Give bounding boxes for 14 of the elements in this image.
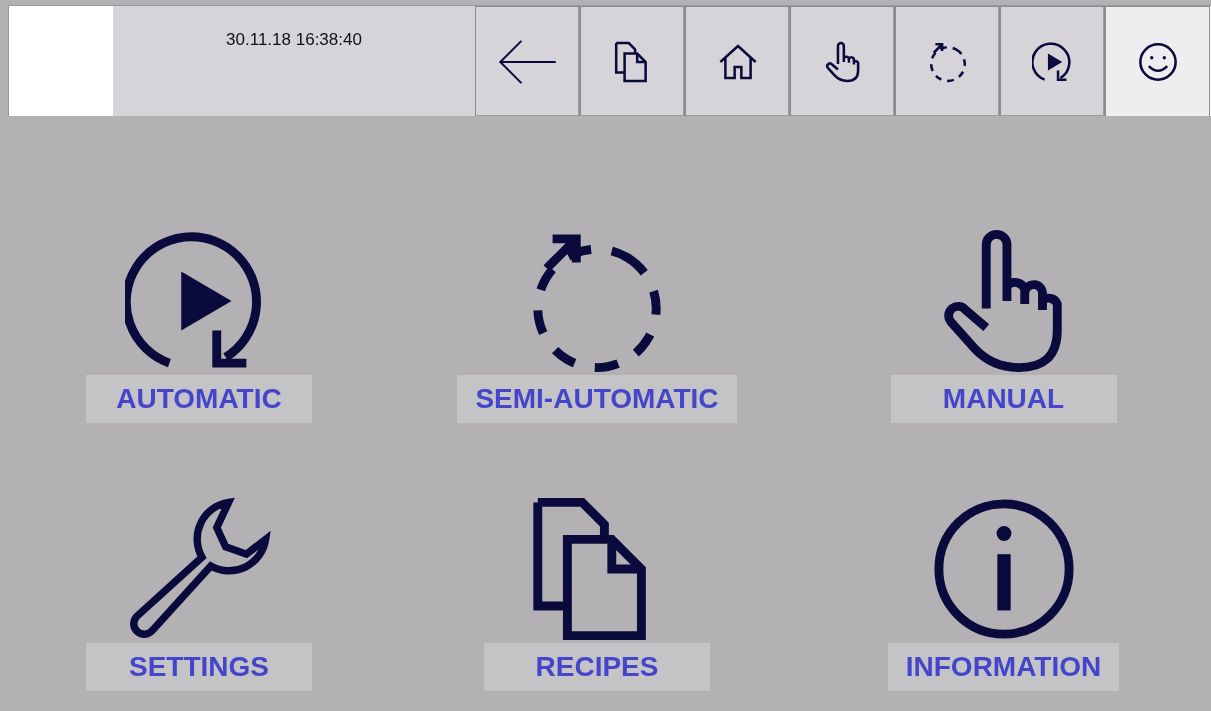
mode-button[interactable]: MANUAL [890, 374, 1117, 423]
toolbar-button[interactable] [580, 6, 685, 116]
toolbar-button[interactable] [1105, 6, 1210, 116]
toolbar-button[interactable] [685, 6, 790, 116]
mode-button[interactable]: SETTINGS [86, 643, 312, 691]
date-time: 30.11.18 16:38:40 [226, 30, 362, 51]
toolbar-button[interactable] [790, 6, 895, 116]
toolbar-button[interactable] [1000, 6, 1105, 116]
mode-button[interactable]: AUTOMATIC [86, 374, 312, 423]
mode-button[interactable]: SEMI-AUTOMATIC [457, 374, 737, 423]
play-cycle-icon [1031, 40, 1074, 83]
mode-button[interactable]: INFORMATION [887, 643, 1120, 691]
smiley-icon [1136, 40, 1179, 83]
mode-button[interactable]: RECIPES [484, 643, 710, 691]
